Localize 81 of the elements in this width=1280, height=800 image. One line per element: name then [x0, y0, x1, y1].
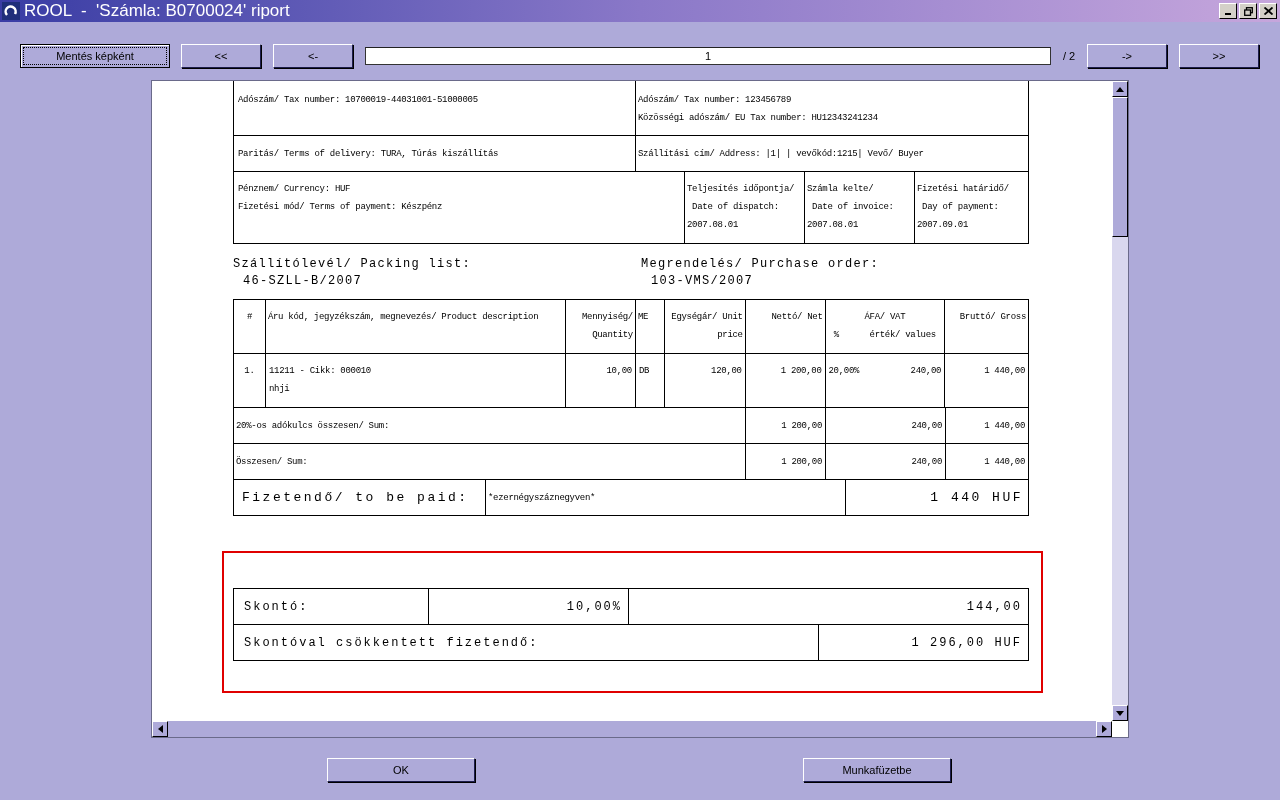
delivery-terms: Paritás/ Terms of delivery: TURA, Túrás kiszállítás — [238, 147, 499, 161]
reduced-payable-amount: 1 296,00 HUF — [911, 634, 1022, 652]
column-header: # — [245, 311, 253, 324]
close-icon — [1263, 7, 1273, 15]
column-header: Nettó/ Net — [770, 311, 823, 324]
first-page-button[interactable]: << — [181, 44, 261, 68]
table-cell-text: 1 440,00 — [983, 365, 1025, 378]
date-value: 2007.08.01 — [807, 219, 859, 232]
column-header: % érték/ values — [832, 329, 937, 342]
save-as-image-button[interactable]: Mentés képként — [20, 44, 170, 68]
buyer-eu-tax-number: Közösségi adószám/ EU Tax number: HU12343241234 — [638, 112, 879, 125]
column-header: ÁFA/ VAT — [863, 310, 907, 324]
previous-page-button[interactable]: <- — [273, 44, 353, 68]
app-icon — [2, 2, 20, 20]
table-cell-text: nhji — [268, 383, 291, 396]
scroll-up-icon[interactable] — [1116, 86, 1124, 92]
reduced-payable-label: Skontóval csökkentett fizetendő: — [244, 634, 539, 652]
column-header: Bruttó/ Gross — [958, 311, 1026, 324]
restore-icon — [1243, 6, 1253, 16]
column-header: Mennyiség/ — [580, 311, 633, 324]
table-cell-text: 1 200,00 — [779, 365, 822, 378]
dialog-button[interactable]: OK — [327, 758, 475, 782]
minimize-button[interactable] — [1219, 3, 1237, 19]
payment-method: Fizetési mód/ Terms of payment: Készpénz — [238, 201, 444, 214]
column-header: ME — [637, 311, 650, 324]
column-header: Quantity — [591, 329, 633, 342]
scroll-right-icon[interactable] — [1101, 725, 1107, 733]
table-cell-text: 20,00% — [828, 365, 860, 378]
date-label: Számla kelte/ — [807, 183, 875, 196]
next-page-button[interactable]: -> — [1087, 44, 1167, 68]
table-cell-text: 240,00 — [910, 365, 942, 378]
buyer-tax-number: Adószám/ Tax number: 123456789 — [638, 94, 793, 107]
table-cell-text: 10,00 — [605, 365, 632, 378]
scroll-thumb[interactable] — [1112, 97, 1128, 237]
horizontal-scrollbar[interactable] — [152, 721, 1112, 737]
table-cell-text: 1 200,00 — [781, 455, 822, 469]
currency: Pénznem/ Currency: HUF — [238, 183, 352, 196]
reference-value: 46-SZLL-B/2007 — [242, 273, 364, 290]
date-label: Fizetési határidő/ — [917, 183, 1010, 196]
reference-value: 103-VMS/2007 — [650, 273, 754, 290]
seller-tax-number: Adószám/ Tax number: 10700019-44031001-51000005 — [238, 94, 479, 107]
scroll-left-icon[interactable] — [157, 725, 163, 733]
discount-rate: 10,00% — [566, 598, 622, 616]
table-cell-text: 1 200,00 — [781, 419, 822, 433]
sum-label: 20%-os adókulcs összesen/ Sum: — [236, 419, 390, 433]
page-count: / 2 — [1063, 48, 1077, 64]
table-cell-text: 240,00 — [911, 455, 942, 469]
discount-label: Skontó: — [244, 598, 309, 616]
date-value: 2007.08.01 — [687, 219, 739, 232]
reference-label: Szállítólevél/ Packing list: — [233, 256, 473, 273]
table-cell-text: 1 440,00 — [984, 455, 1025, 469]
table-cell-text: 11211 - Cikk: 000010 — [268, 365, 372, 378]
page-field[interactable]: 1 — [365, 47, 1051, 65]
column-header: Egységár/ Unit — [670, 311, 743, 324]
scroll-down-icon[interactable] — [1116, 710, 1124, 716]
payable-label: Fizetendő/ to be paid: — [242, 488, 469, 507]
table-cell-text: 1 440,00 — [984, 419, 1025, 433]
last-page-button[interactable]: >> — [1179, 44, 1259, 68]
date-label: Teljesítés időpontja/ — [687, 183, 796, 196]
table-cell-text: DB — [638, 365, 651, 378]
sum-label: Összesen/ Sum: — [236, 455, 308, 469]
minimize-icon — [1225, 13, 1231, 15]
close-button[interactable] — [1259, 3, 1277, 19]
restore-button[interactable] — [1239, 3, 1257, 19]
date-label: Date of dispatch: — [691, 201, 780, 214]
column-header: price — [716, 329, 743, 342]
payable-amount: 1 440 HUF — [930, 488, 1023, 507]
table-cell-text: 240,00 — [911, 419, 942, 433]
dialog-button[interactable]: Munkafüzetbe — [803, 758, 951, 782]
date-value: 2007.09.01 — [917, 219, 969, 232]
amount-in-words: *ezernégyszáznegyven* — [488, 491, 596, 505]
delivery-address: Szállítási cím/ Address: |1| | vevőkód:1215| Vevő/ Buyer — [638, 147, 924, 161]
column-header: Áru kód, jegyzékszám, megnevezés/ Product description — [267, 310, 540, 324]
window-title: ROOL - 'Számla: B0700024' riport — [24, 0, 290, 23]
table-cell-text: 1. — [243, 365, 256, 378]
vertical-scrollbar[interactable] — [1112, 81, 1128, 721]
date-label: Date of invoice: — [811, 201, 895, 214]
table-cell-text: 120,00 — [710, 365, 742, 378]
reference-label: Megrendelés/ Purchase order: — [641, 256, 881, 273]
date-label: Day of payment: — [921, 201, 1000, 214]
discount-amount: 144,00 — [966, 598, 1022, 616]
